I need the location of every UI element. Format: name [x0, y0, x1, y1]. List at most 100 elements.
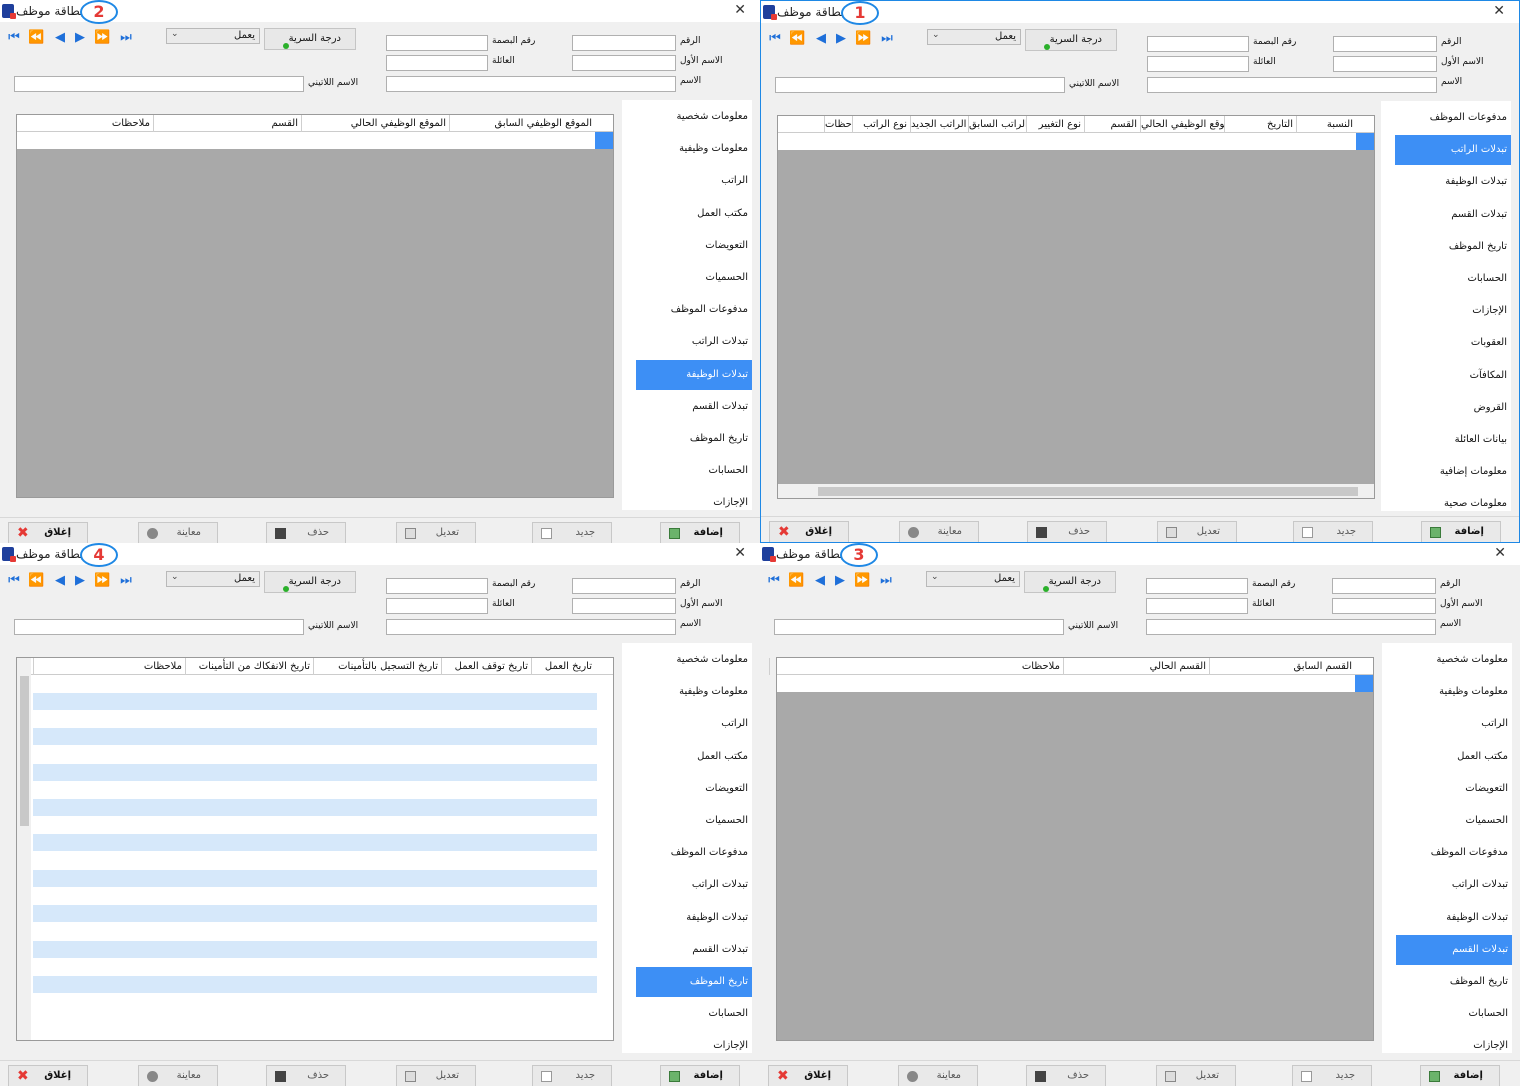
number-field[interactable] — [1333, 36, 1437, 52]
row-selector[interactable] — [1355, 675, 1373, 692]
menu-item[interactable]: معلومات شخصية — [1396, 645, 1512, 675]
fingerprint-field[interactable] — [1146, 578, 1248, 594]
name-field[interactable] — [1147, 77, 1437, 93]
horizontal-scrollbar[interactable] — [778, 484, 1374, 498]
delete-button[interactable]: حذف — [1027, 521, 1107, 542]
table-row[interactable] — [33, 975, 597, 993]
table-row[interactable] — [777, 675, 1373, 692]
table-row[interactable] — [33, 905, 597, 923]
menu-item[interactable]: التعويضات — [636, 231, 752, 261]
table-row[interactable] — [17, 132, 613, 149]
first_name-field[interactable] — [1333, 56, 1437, 72]
prev-icon[interactable]: ◀ — [52, 30, 68, 46]
delete-button[interactable]: حذف — [266, 522, 346, 543]
latin-name-field[interactable] — [14, 619, 304, 635]
latin-name-field[interactable] — [774, 619, 1064, 635]
next-icon[interactable]: ▶ — [72, 573, 88, 589]
prev-icon[interactable]: ◀ — [812, 573, 828, 589]
table-row[interactable] — [33, 763, 597, 781]
secrecy-level-button[interactable]: درجة السرية — [1025, 29, 1117, 51]
new-button[interactable]: جديد — [532, 1065, 612, 1086]
menu-item[interactable]: الحسابات — [1395, 264, 1511, 294]
data-grid[interactable]: الموقع الوظيفي السابق الموقع الوظيفي الحا… — [16, 114, 614, 498]
preview-button[interactable]: معاينة — [898, 1065, 978, 1086]
family-field[interactable] — [1147, 56, 1249, 72]
number-field[interactable] — [1332, 578, 1436, 594]
menu-item[interactable]: الإجازات — [1396, 1031, 1512, 1061]
number-field[interactable] — [572, 578, 676, 594]
menu-item[interactable]: تبدلات القسم — [1396, 934, 1512, 965]
table-row[interactable] — [778, 133, 1374, 150]
close-icon[interactable]: ✕ — [1493, 3, 1505, 19]
family-field[interactable] — [1146, 598, 1248, 614]
menu-item[interactable]: معلومات وظيفية — [636, 677, 752, 707]
row-selector[interactable] — [1356, 133, 1374, 150]
next-page-icon[interactable]: ⏩ — [94, 573, 110, 589]
menu-item[interactable]: المكافآت — [1395, 361, 1511, 391]
table-row[interactable] — [33, 728, 597, 746]
last-icon[interactable]: ⏭ — [118, 573, 134, 589]
delete-button[interactable]: حذف — [1026, 1065, 1106, 1086]
menu-item[interactable]: تبدلات الوظيفة — [1395, 167, 1511, 197]
next-icon[interactable]: ▶ — [832, 573, 848, 589]
first-icon[interactable]: ⏮ — [767, 31, 783, 47]
menu-item[interactable]: الحسابات — [1396, 999, 1512, 1029]
close-button[interactable]: ✖ إغلاق — [8, 1065, 88, 1086]
close-button[interactable]: ✖ إغلاق — [768, 1065, 848, 1086]
close-icon[interactable]: ✕ — [1494, 545, 1506, 561]
next-page-icon[interactable]: ⏩ — [855, 31, 871, 47]
latin-name-field[interactable] — [775, 77, 1065, 93]
fingerprint-field[interactable] — [386, 35, 488, 51]
edit-button[interactable]: تعديل — [1157, 521, 1237, 542]
fingerprint-field[interactable] — [1147, 36, 1249, 52]
family-field[interactable] — [386, 598, 488, 614]
menu-item[interactable]: الراتب — [636, 709, 752, 739]
add-button[interactable]: إضافة — [660, 522, 740, 543]
last-icon[interactable]: ⏭ — [878, 573, 894, 589]
column-header[interactable]: القسم السابق — [1209, 658, 1355, 675]
preview-button[interactable]: معاينة — [138, 1065, 218, 1086]
table-row[interactable] — [17, 675, 613, 692]
column-header[interactable]: الراتب السابق — [968, 116, 1026, 133]
column-header[interactable]: النسبة — [1296, 116, 1356, 133]
menu-item[interactable]: مكتب العمل — [1396, 742, 1512, 772]
column-header[interactable]: تاريخ التسجيل بالتأمينات — [313, 658, 441, 675]
column-header[interactable]: الموقع الوظيفي الحالي — [1140, 116, 1224, 133]
menu-item[interactable]: معلومات صحية — [1395, 489, 1511, 519]
column-header[interactable]: ملاحظات — [769, 658, 1063, 675]
menu-item[interactable]: الراتب — [1396, 709, 1512, 739]
close-icon[interactable]: ✕ — [734, 2, 746, 18]
table-row[interactable] — [33, 834, 597, 852]
family-field[interactable] — [386, 55, 488, 71]
last-icon[interactable]: ⏭ — [118, 30, 134, 46]
prev-page-icon[interactable]: ⏪ — [28, 30, 44, 46]
data-grid[interactable]: القسم السابق القسم الحالي ملاحظات — [769, 657, 1374, 1041]
close-icon[interactable]: ✕ — [734, 545, 746, 561]
new-button[interactable]: جديد — [1293, 521, 1373, 542]
new-button[interactable]: جديد — [1292, 1065, 1372, 1086]
menu-item[interactable]: تاريخ الموظف — [1395, 232, 1511, 262]
first-icon[interactable]: ⏮ — [6, 573, 22, 589]
column-header[interactable]: التاريخ — [1224, 116, 1296, 133]
column-header[interactable]: نوع التغيير — [1026, 116, 1084, 133]
table-row[interactable] — [33, 798, 597, 816]
menu-item[interactable]: التعويضات — [636, 774, 752, 804]
menu-item[interactable]: الحسابات — [636, 456, 752, 486]
menu-item[interactable]: مدفوعات الموظف — [636, 838, 752, 868]
column-header[interactable]: القسم — [153, 115, 301, 132]
menu-item[interactable]: القروض — [1395, 393, 1511, 423]
menu-item[interactable]: الإجازات — [636, 1031, 752, 1061]
menu-item[interactable]: مدفوعات الموظف — [1395, 103, 1511, 133]
table-row[interactable] — [33, 940, 597, 958]
number-field[interactable] — [572, 35, 676, 51]
menu-item[interactable]: تاريخ الموظف — [1396, 967, 1512, 997]
add-button[interactable]: إضافة — [1420, 1065, 1500, 1086]
menu-item[interactable]: تبدلات الراتب — [1396, 870, 1512, 900]
row-selector[interactable] — [595, 132, 613, 149]
edit-button[interactable]: تعديل — [1156, 1065, 1236, 1086]
scroll-thumb[interactable] — [818, 487, 1358, 496]
menu-item[interactable]: الحسميات — [636, 263, 752, 293]
menu-item[interactable]: مدفوعات الموظف — [1396, 838, 1512, 868]
column-header[interactable]: القسم الحالي — [1063, 658, 1209, 675]
menu-item[interactable]: مكتب العمل — [636, 199, 752, 229]
